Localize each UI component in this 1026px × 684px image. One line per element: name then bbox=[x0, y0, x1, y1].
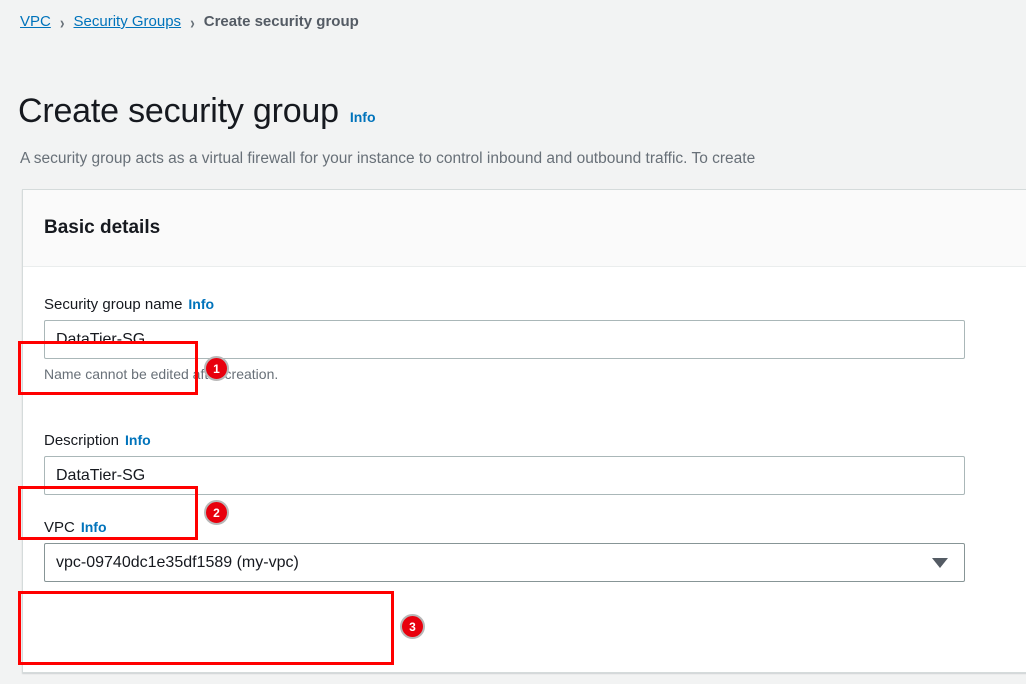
vpc-info-link[interactable]: Info bbox=[81, 517, 107, 537]
panel-body: Security group name Info DataTier-SG Nam… bbox=[23, 267, 1026, 582]
annotation-badge-2: 2 bbox=[204, 500, 229, 525]
description-label-text: Description bbox=[44, 432, 120, 449]
breadcrumb-item-current: Create security group bbox=[203, 13, 359, 30]
security-group-name-label-text: Security group name bbox=[44, 296, 183, 313]
description-value: DataTier-SG bbox=[56, 466, 146, 484]
description-info-link[interactable]: Info bbox=[125, 430, 151, 450]
page-header: Create security group Info bbox=[18, 68, 376, 154]
chevron-down-icon[interactable] bbox=[932, 557, 948, 568]
field-security-group-name: Security group name Info DataTier-SG Nam… bbox=[44, 294, 1026, 384]
page-title: Create security group bbox=[18, 91, 339, 130]
breadcrumb-separator-icon: › bbox=[59, 12, 65, 32]
security-group-name-info-link[interactable]: Info bbox=[188, 294, 214, 314]
description-label: Description Info bbox=[44, 430, 1026, 451]
breadcrumb-item-security-groups[interactable]: Security Groups bbox=[74, 12, 182, 32]
field-description: Description Info DataTier-SG bbox=[44, 430, 1026, 495]
security-group-name-helper-text: Name cannot be edited after creation. bbox=[44, 366, 279, 382]
security-group-name-label: Security group name Info bbox=[44, 294, 1026, 315]
annotation-badge-3: 3 bbox=[400, 614, 425, 639]
breadcrumb-item-vpc[interactable]: VPC bbox=[20, 12, 51, 32]
vpc-selected-value: vpc-09740dc1e35df1589 (my-vpc) bbox=[56, 553, 299, 571]
breadcrumb-separator-icon: › bbox=[190, 12, 195, 32]
vpc-label: VPC Info bbox=[44, 517, 1026, 538]
panel-header: Basic details bbox=[23, 190, 1026, 267]
security-group-name-value: DataTier-SG bbox=[56, 330, 146, 348]
basic-details-panel: Basic details Security group name Info D… bbox=[22, 189, 1026, 673]
field-vpc: VPC Info vpc-09740dc1e35df1589 (my-vpc) bbox=[44, 517, 1026, 582]
page-title-info-link[interactable]: Info bbox=[350, 109, 376, 125]
panel-title: Basic details bbox=[44, 217, 161, 238]
annotation-badge-1: 1 bbox=[204, 356, 229, 381]
vpc-label-text: VPC bbox=[44, 519, 75, 536]
page-description: A security group acts as a virtual firew… bbox=[20, 149, 756, 167]
description-input[interactable]: DataTier-SG bbox=[44, 456, 965, 495]
vpc-select[interactable]: vpc-09740dc1e35df1589 (my-vpc) bbox=[44, 543, 965, 582]
breadcrumb: VPC › Security Groups › Create security … bbox=[20, 12, 359, 32]
security-group-name-input[interactable]: DataTier-SG bbox=[44, 320, 965, 359]
